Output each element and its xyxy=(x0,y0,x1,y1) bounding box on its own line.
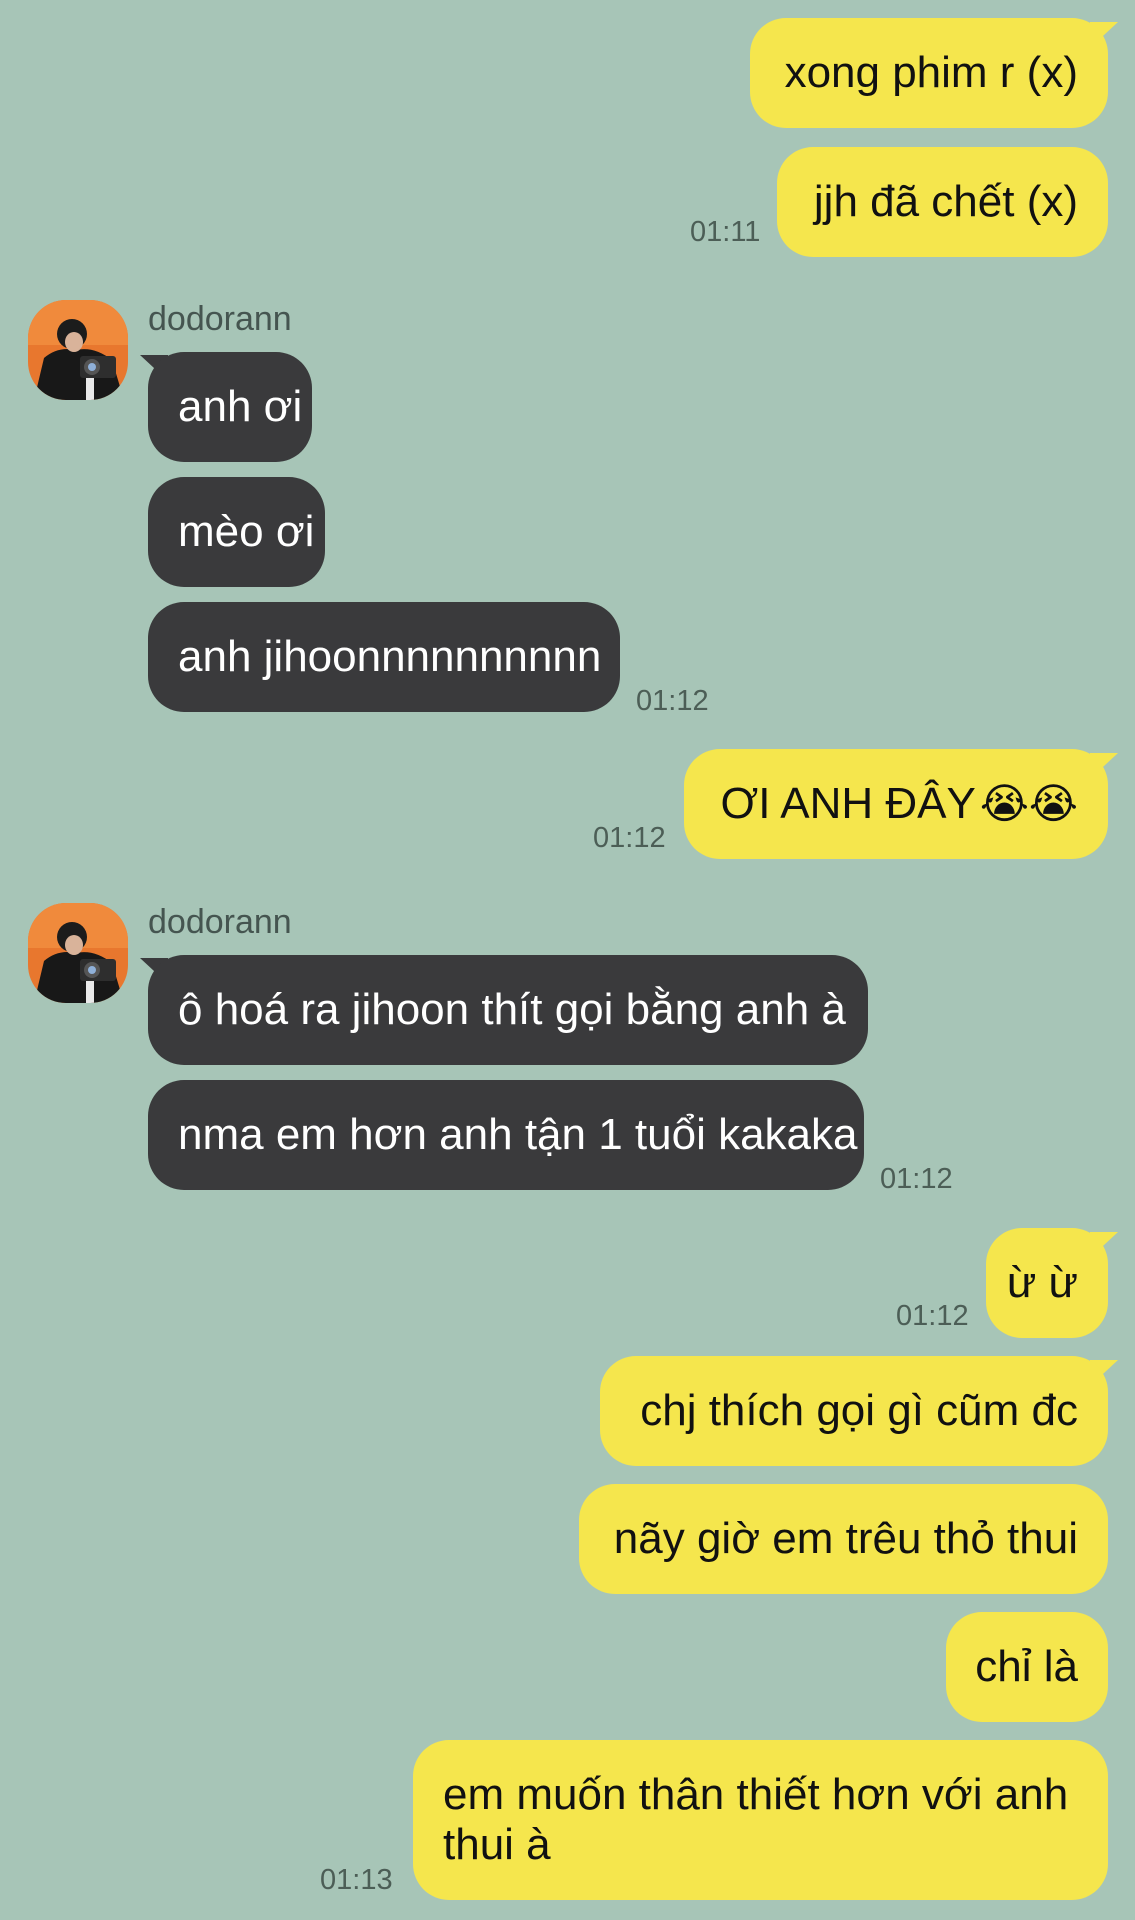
sender-name: dodorann xyxy=(148,903,292,941)
message-timestamp: 01:12 xyxy=(593,822,666,854)
message-text: anh jihoonnnnnnnnnn xyxy=(178,632,602,681)
message-text: ƠI ANH ĐÂY xyxy=(720,779,976,828)
message-bubble-outgoing[interactable]: xong phim r (x) xyxy=(750,18,1108,128)
avatar[interactable] xyxy=(28,300,128,400)
avatar[interactable] xyxy=(28,903,128,1003)
message-bubble-incoming[interactable]: ô hoá ra jihoon thít gọi bằng anh à xyxy=(148,955,868,1065)
message-bubble-outgoing[interactable]: chj thích gọi gì cũm đc xyxy=(600,1356,1108,1466)
avatar-image xyxy=(28,300,128,400)
message-bubble-outgoing[interactable]: em muốn thân thiết hơn với anh thui à xyxy=(413,1740,1108,1900)
message-text: jjh đã chết (x) xyxy=(813,177,1078,226)
message-text: chỉ là xyxy=(975,1642,1078,1691)
message-timestamp: 01:12 xyxy=(896,1300,969,1332)
message-bubble-outgoing[interactable]: ừ ừ xyxy=(986,1228,1108,1338)
message-timestamp: 01:11 xyxy=(690,216,761,248)
message-text: xong phim r (x) xyxy=(784,48,1078,97)
message-bubble-incoming[interactable]: anh jihoonnnnnnnnnn xyxy=(148,602,620,712)
message-timestamp: 01:12 xyxy=(636,685,709,717)
message-text: nãy giờ em trêu thỏ thui xyxy=(613,1514,1078,1563)
message-text: anh ơi xyxy=(178,382,303,431)
message-bubble-outgoing[interactable]: nãy giờ em trêu thỏ thui xyxy=(579,1484,1108,1594)
sender-name: dodorann xyxy=(148,300,292,338)
avatar-image xyxy=(28,903,128,1003)
message-bubble-incoming[interactable]: nma em hơn anh tận 1 tuổi kakaka xyxy=(148,1080,864,1190)
crying-face-emoji-icon: 😭😭 xyxy=(979,780,1078,827)
message-timestamp: 01:12 xyxy=(880,1163,953,1195)
message-text: em muốn thân thiết hơn với anh thui à xyxy=(443,1770,1069,1869)
message-timestamp: 01:13 xyxy=(320,1864,393,1896)
message-bubble-outgoing[interactable]: chỉ là xyxy=(946,1612,1108,1722)
message-text: mèo ơi xyxy=(178,507,315,556)
message-bubble-outgoing[interactable]: jjh đã chết (x) xyxy=(777,147,1108,257)
message-bubble-incoming[interactable]: anh ơi xyxy=(148,352,312,462)
message-text: ô hoá ra jihoon thít gọi bằng anh à xyxy=(178,985,846,1034)
message-text: nma em hơn anh tận 1 tuổi kakaka xyxy=(178,1110,858,1159)
message-bubble-incoming[interactable]: mèo ơi xyxy=(148,477,325,587)
message-text: chj thích gọi gì cũm đc xyxy=(640,1386,1078,1435)
message-bubble-outgoing[interactable]: ƠI ANH ĐÂY 😭😭 xyxy=(684,749,1108,859)
message-text: ừ ừ xyxy=(1006,1258,1078,1307)
